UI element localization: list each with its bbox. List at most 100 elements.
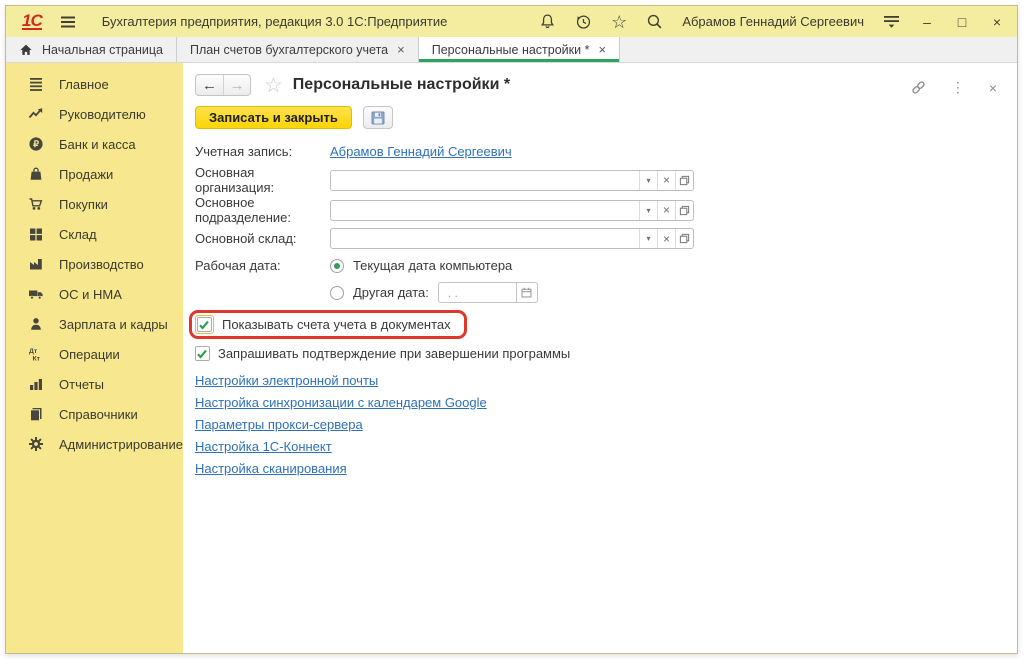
sidebar-item-label: Продажи (59, 167, 113, 182)
tab-label: Персональные настройки * (432, 43, 590, 57)
dropdown-button[interactable]: ▾ (639, 171, 657, 190)
home-icon (19, 43, 33, 57)
chevron-down-icon: ▾ (646, 234, 650, 243)
combo-value[interactable] (331, 229, 639, 248)
calendar-button[interactable] (516, 282, 538, 303)
minimize-button[interactable]: – (919, 14, 935, 30)
sidebar-item-warehouse[interactable]: Склад (6, 219, 183, 249)
clear-button[interactable]: × (657, 201, 675, 220)
open-choice-button[interactable] (675, 201, 693, 220)
open-list-icon (679, 233, 690, 244)
radio-other-date[interactable] (330, 286, 344, 300)
maximize-icon: □ (958, 14, 966, 30)
proxy-settings-link[interactable]: Параметры прокси-сервера (195, 417, 363, 432)
page-title: Персональные настройки * (293, 76, 510, 94)
kebab-icon: ⋮ (951, 79, 965, 96)
radio-other-date-label: Другая дата: (353, 285, 429, 300)
sidebar-item-sales[interactable]: Продажи (6, 159, 183, 189)
tab-label: Начальная страница (42, 43, 163, 57)
floppy-icon (370, 110, 386, 126)
trend-icon (28, 106, 44, 122)
work-date-row: Рабочая дата: Текущая дата компьютера (195, 252, 1017, 279)
google-calendar-sync-link[interactable]: Настройка синхронизации с календарем Goo… (195, 395, 487, 410)
global-search-button[interactable] (646, 13, 663, 30)
window-close-button[interactable]: × (989, 14, 1005, 30)
sidebar-item-bank-cash[interactable]: ₽ Банк и касса (6, 129, 183, 159)
sidebar-item-reports[interactable]: Отчеты (6, 369, 183, 399)
tab-close-icon[interactable]: × (397, 44, 405, 56)
gear-icon (28, 436, 44, 452)
get-link-button[interactable] (910, 79, 927, 96)
menu-icon (28, 76, 44, 92)
tab-personal-settings[interactable]: Персональные настройки * × (419, 37, 620, 62)
tab-home[interactable]: Начальная страница (6, 37, 177, 62)
email-settings-link[interactable]: Настройки электронной почты (195, 373, 378, 388)
save-button[interactable] (363, 106, 393, 129)
sidebar-item-administration[interactable]: Администрирование (6, 429, 183, 459)
clear-button[interactable]: × (657, 229, 675, 248)
cart-icon (28, 196, 44, 212)
form-close-button[interactable]: × (989, 80, 997, 96)
tab-close-icon[interactable]: × (598, 44, 606, 56)
dropdown-button[interactable]: ▾ (639, 201, 657, 220)
account-row: Учетная запись: Абрамов Геннадий Сергеев… (195, 138, 1017, 165)
main-department-input[interactable]: ▾ × (330, 200, 694, 221)
sidebar-item-purchases[interactable]: Покупки (6, 189, 183, 219)
clear-button[interactable]: × (657, 171, 675, 190)
add-favorite-button[interactable]: ☆ (264, 73, 283, 98)
more-actions-button[interactable]: ⋮ (951, 79, 965, 96)
main-organization-input[interactable]: ▾ × (330, 170, 694, 191)
current-user[interactable]: Абрамов Геннадий Сергеевич (682, 14, 864, 29)
app-window: 1С Бухгалтерия предприятия, редакция 3.0… (5, 5, 1018, 654)
bag-icon (28, 166, 44, 182)
radio-current-date[interactable] (330, 259, 344, 273)
favorites-button[interactable]: ☆ (611, 14, 627, 30)
sidebar-item-label: Покупки (59, 197, 108, 212)
combo-value[interactable] (331, 171, 639, 190)
clear-icon: × (663, 173, 670, 187)
sidebar-item-main[interactable]: Главное (6, 69, 183, 99)
sidebar-item-label: Отчеты (59, 377, 104, 392)
confirm-exit-row: Запрашивать подтверждение при завершении… (195, 346, 1017, 361)
main-organization-row: Основная организация: ▾ × (195, 165, 1017, 195)
1c-connect-settings-link[interactable]: Настройка 1С-Коннект (195, 439, 332, 454)
sections-panel: Главное Руководителю ₽ Банк и касса Прод… (6, 63, 183, 653)
star-icon: ☆ (611, 14, 627, 30)
main-warehouse-input[interactable]: ▾ × (330, 228, 694, 249)
scan-settings-link[interactable]: Настройка сканирования (195, 461, 347, 476)
combo-value[interactable] (331, 201, 639, 220)
dropdown-button[interactable]: ▾ (639, 229, 657, 248)
app-title: Бухгалтерия предприятия, редакция 3.0 1С… (102, 14, 448, 29)
title-bar: 1С Бухгалтерия предприятия, редакция 3.0… (6, 6, 1017, 37)
notifications-button[interactable] (539, 13, 556, 30)
sidebar-item-fixed-assets[interactable]: ОС и НМА (6, 279, 183, 309)
minimize-icon: – (923, 14, 931, 30)
sidebar-item-payroll-hr[interactable]: Зарплата и кадры (6, 309, 183, 339)
search-icon (646, 13, 663, 30)
open-list-icon (679, 205, 690, 216)
save-and-close-button[interactable]: Записать и закрыть (195, 106, 352, 129)
service-menu-button[interactable] (883, 14, 900, 29)
clear-icon: × (663, 232, 670, 246)
bell-icon (539, 13, 556, 30)
work-date-label: Рабочая дата: (195, 258, 330, 273)
other-date-input[interactable]: . . (438, 282, 516, 303)
confirm-exit-checkbox[interactable] (195, 346, 210, 361)
tab-chart-of-accounts[interactable]: План счетов бухгалтерского учета × (177, 37, 419, 62)
history-button[interactable] (575, 13, 592, 30)
sidebar-item-manager[interactable]: Руководителю (6, 99, 183, 129)
show-accounts-checkbox[interactable] (197, 317, 212, 332)
sidebar-item-production[interactable]: Производство (6, 249, 183, 279)
sidebar-item-operations[interactable]: ДтКт Операции (6, 339, 183, 369)
open-choice-button[interactable] (675, 171, 693, 190)
back-button[interactable]: ← (196, 75, 223, 95)
account-link[interactable]: Абрамов Геннадий Сергеевич (330, 144, 512, 159)
open-choice-button[interactable] (675, 229, 693, 248)
radio-current-date-label: Текущая дата компьютера (353, 258, 512, 273)
close-icon: × (993, 14, 1001, 30)
sidebar-item-directories[interactable]: Справочники (6, 399, 183, 429)
forward-button[interactable]: → (223, 75, 250, 95)
svg-text:Кт: Кт (33, 355, 41, 362)
main-menu-button[interactable] (60, 15, 76, 29)
maximize-button[interactable]: □ (954, 14, 970, 30)
